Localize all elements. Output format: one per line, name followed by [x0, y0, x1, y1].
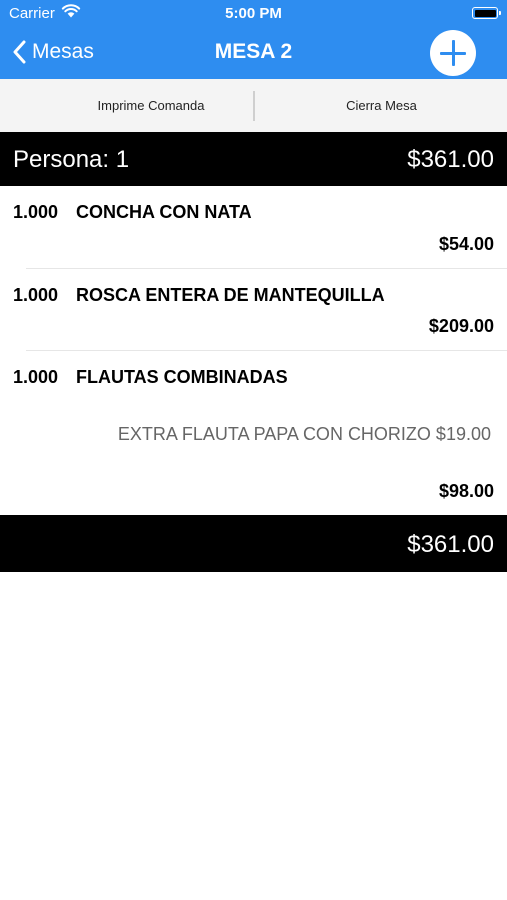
total-footer: $361.00 [0, 515, 507, 572]
close-table-button[interactable]: Cierra Mesa [256, 79, 507, 132]
navigation-bar: Carrier 5:00 PM Mesas MESA 2 [0, 0, 507, 79]
item-extra-note: EXTRA FLAUTA PAPA CON CHORIZO $19.00 [117, 424, 491, 444]
print-order-button[interactable]: Imprime Comanda [26, 79, 276, 132]
divider [26, 268, 507, 269]
item-quantity: 1.000 [13, 367, 59, 387]
item-price: $209.00 [428, 316, 494, 336]
item-quantity: 1.000 [13, 285, 59, 305]
item-name: FLAUTAS COMBINADAS [76, 367, 288, 387]
item-name: ROSCA ENTERA DE MANTEQUILLA [76, 285, 385, 305]
back-label: Mesas [32, 40, 94, 63]
grand-total: $361.00 [407, 531, 494, 558]
add-button[interactable] [430, 30, 476, 76]
item-name: CONCHA CON NATA [76, 202, 252, 222]
person-label: Persona: 1 [13, 146, 130, 173]
item-quantity: 1.000 [13, 202, 59, 222]
status-time: 5:00 PM [225, 5, 282, 22]
person-total: $361.00 [407, 146, 494, 173]
toolbar-divider [253, 91, 255, 121]
chevron-left-icon [13, 40, 26, 64]
status-bar: Carrier 5:00 PM [0, 0, 507, 28]
item-price: $98.00 [438, 481, 494, 501]
person-header: Persona: 1 $361.00 [0, 132, 507, 186]
action-toolbar: Imprime Comanda Cierra Mesa [0, 79, 507, 132]
item-price: $54.00 [438, 234, 494, 254]
battery-icon [472, 7, 501, 19]
divider [26, 350, 507, 351]
back-button[interactable]: Mesas [12, 37, 94, 67]
